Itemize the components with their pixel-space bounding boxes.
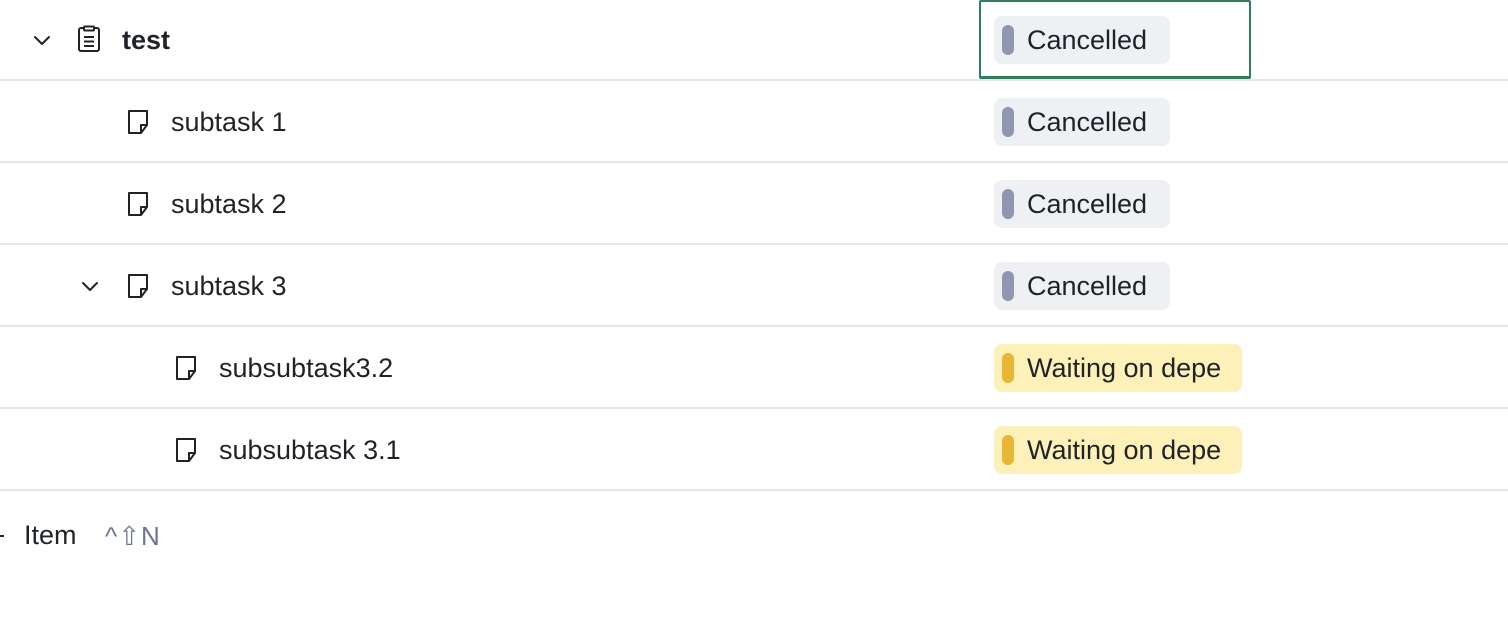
note-icon [124, 190, 152, 218]
table-row[interactable]: subsubtask 3.1 Waiting on depe [0, 410, 1508, 491]
chevron-down-icon[interactable] [78, 274, 102, 298]
status-cell[interactable]: Cancelled [979, 164, 1251, 243]
chevron-down-icon[interactable] [30, 28, 54, 52]
status-color-bar [1002, 107, 1014, 137]
status-label: Cancelled [1027, 25, 1148, 55]
status-cell[interactable]: Cancelled [979, 82, 1251, 161]
row-title[interactable]: subsubtask 3.1 [219, 434, 401, 466]
status-badge[interactable]: Cancelled [994, 16, 1170, 64]
add-item-label[interactable]: Item [24, 519, 77, 551]
add-item-button[interactable]: Item ^⇧N [0, 510, 400, 562]
status-color-bar [1002, 435, 1014, 465]
status-color-bar [1002, 189, 1014, 219]
note-icon [124, 108, 152, 136]
row-title[interactable]: test [122, 24, 170, 56]
status-cell[interactable]: Waiting on depe [979, 328, 1251, 407]
row-title[interactable]: subsubtask3.2 [219, 352, 393, 384]
status-badge[interactable]: Cancelled [994, 98, 1170, 146]
row-title[interactable]: subtask 3 [171, 270, 287, 302]
keyboard-shortcut-hint: ^⇧N [105, 521, 161, 551]
status-badge[interactable]: Waiting on depe [994, 426, 1242, 474]
note-icon [172, 354, 200, 382]
table-row[interactable]: subsubtask3.2 Waiting on depe [0, 328, 1508, 409]
note-icon [124, 272, 152, 300]
status-color-bar [1002, 353, 1014, 383]
row-title[interactable]: subtask 1 [171, 106, 287, 138]
plus-icon [0, 535, 4, 537]
status-badge[interactable]: Cancelled [994, 180, 1170, 228]
status-cell[interactable]: Cancelled [979, 0, 1251, 79]
status-cell[interactable]: Cancelled [979, 246, 1251, 325]
status-label: Waiting on depe [1027, 435, 1222, 465]
status-label: Cancelled [1027, 107, 1148, 137]
table-row[interactable]: test Cancelled [0, 0, 1508, 81]
row-title[interactable]: subtask 2 [171, 188, 287, 220]
status-badge[interactable]: Cancelled [994, 262, 1170, 310]
status-color-bar [1002, 271, 1014, 301]
table-row[interactable]: subtask 3 Cancelled [0, 246, 1508, 327]
status-label: Waiting on depe [1027, 353, 1222, 383]
status-label: Cancelled [1027, 271, 1148, 301]
status-cell[interactable]: Waiting on depe [979, 410, 1251, 489]
status-badge[interactable]: Waiting on depe [994, 344, 1242, 392]
status-label: Cancelled [1027, 189, 1148, 219]
table-row[interactable]: subtask 2 Cancelled [0, 164, 1508, 245]
table-row[interactable]: subtask 1 Cancelled [0, 82, 1508, 163]
clipboard-icon [75, 25, 103, 53]
note-icon [172, 436, 200, 464]
status-color-bar [1002, 25, 1014, 55]
